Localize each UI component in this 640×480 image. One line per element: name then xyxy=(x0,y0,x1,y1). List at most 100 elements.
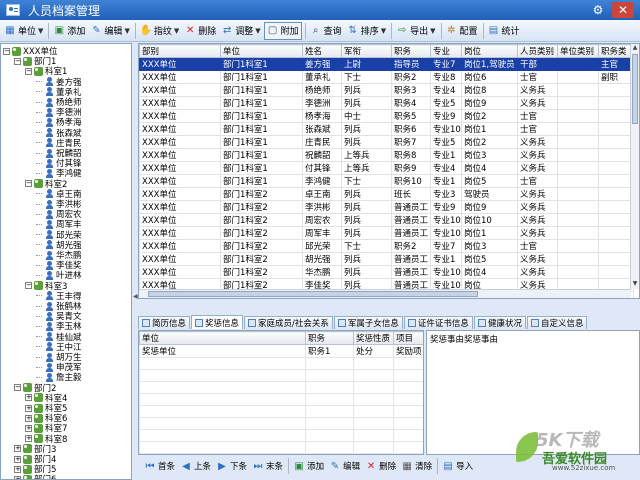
expand-toggle-icon[interactable]: + xyxy=(25,394,32,402)
import-button[interactable]: ▤ 导入 xyxy=(440,457,475,475)
org-tree[interactable]: − XXX单位 − 部门1− 科室1 姜方强 董承礼 杨绝师 李德洲 杨孝海 张森斌 庄青民 祝麟韶 付其… xyxy=(0,43,132,480)
table-row[interactable]: XXX单位 部门1科室1 姜方强 上尉 指导员 专业7 岗位1,驾驶员 干部 主官 xyxy=(139,57,634,71)
table-cell: 干部 xyxy=(517,57,558,71)
table-row[interactable]: XXX单位 部门1科室1 杨绝师 列兵 职务3 专业4 岗位8 义务兵 xyxy=(139,83,634,97)
close-button[interactable]: ✕ xyxy=(612,2,634,18)
horizontal-scroll-thumb[interactable] xyxy=(148,291,478,297)
detail-tab[interactable]: 证件证书信息 xyxy=(403,316,473,329)
settings-gear-icon[interactable]: ⚙ xyxy=(590,2,606,18)
table-row[interactable]: XXX单位 部门1科室1 杨孝海 中士 职务5 专业9 岗位2 士官 xyxy=(139,109,634,123)
subgrid-column-header[interactable]: 职务 xyxy=(305,331,354,345)
collapse-toggle-icon[interactable]: − xyxy=(25,67,32,75)
table-row[interactable]: XXX单位 部门1科室1 李鸿健 下士 职务10 专业1 岗位5 士官 xyxy=(139,174,634,188)
expand-toggle-icon[interactable]: + xyxy=(25,404,32,412)
export-button[interactable]: ⇨ 导出 ▼ xyxy=(394,22,437,40)
next-record-button[interactable]: ▶ 下条 xyxy=(214,457,249,475)
grid-vertical-scrollbar[interactable]: ▲ ▼ xyxy=(630,44,639,289)
table-row[interactable]: XXX单位 部门1科室2 周宏农 列兵 普通员工 专业10 岗位10 义务兵 xyxy=(139,213,634,227)
grid-column-header[interactable]: 单位类别 xyxy=(557,44,599,58)
subgrid-column-header[interactable]: 单位 xyxy=(139,331,306,345)
table-row[interactable]: XXX单位 部门1科室2 卓王南 列兵 班长 专业3 驾驶员 义务兵 xyxy=(139,187,634,201)
collapse-toggle-icon[interactable]: − xyxy=(3,47,10,55)
table-cell: 列兵 xyxy=(341,135,392,149)
expand-toggle-icon[interactable]: + xyxy=(14,465,21,473)
detail-tab[interactable]: 奖惩信息 xyxy=(191,315,244,329)
attach-button[interactable]: ▢ 附加 xyxy=(263,21,302,40)
grid-horizontal-scrollbar[interactable] xyxy=(139,289,631,298)
clear-button[interactable]: ▦ 清除 xyxy=(399,457,434,475)
grid-column-header[interactable]: 军衔 xyxy=(341,44,392,58)
personnel-grid[interactable]: 部别 单位 姓名 军衔 职务 专业 岗位 人员类别 单位类别 职务类 XXX单位 部门1科室1 姜方强… xyxy=(138,43,640,299)
expand-toggle-icon[interactable]: + xyxy=(14,445,21,453)
table-row[interactable]: XXX单位 部门1科室1 付其锋 上等兵 职务9 专业4 岗位4 义务兵 xyxy=(139,161,634,175)
grid-column-header[interactable]: 专业 xyxy=(430,44,462,58)
table-row[interactable]: XXX单位 部门1科室2 李洪彬 列兵 普通员工 专业9 岗位9 义务兵 xyxy=(139,200,634,214)
last-record-button[interactable]: ⏭ 末条 xyxy=(250,457,285,475)
expand-toggle-icon[interactable]: + xyxy=(14,475,21,479)
search-button[interactable]: ⌕ 查询 xyxy=(308,22,344,40)
table-cell: 部门1科室2 xyxy=(220,265,303,279)
detail-tab[interactable]: 简历信息 xyxy=(138,316,191,329)
expand-toggle-icon[interactable]: + xyxy=(25,424,32,432)
fingerprint-button[interactable]: ✋ 指纹 ▼ xyxy=(138,22,181,40)
table-row[interactable]: XXX单位 部门1科室1 庄青民 列兵 职务7 专业5 岗位2 义务兵 xyxy=(139,135,634,149)
grid-column-header[interactable]: 姓名 xyxy=(302,44,342,58)
expand-toggle-icon[interactable]: + xyxy=(14,455,21,463)
grid-column-header[interactable]: 职务 xyxy=(391,44,431,58)
sub-delete-button[interactable]: ✕ 删除 xyxy=(363,457,398,475)
detail-tab[interactable]: 健康状况 xyxy=(473,316,526,329)
collapse-toggle-icon[interactable]: − xyxy=(25,180,32,188)
sub-edit-button[interactable]: ✎ 编辑 xyxy=(327,457,362,475)
unit-button[interactable]: ▦ 单位 ▼ xyxy=(2,22,45,40)
table-cell xyxy=(305,441,354,454)
expand-toggle-icon[interactable]: + xyxy=(25,414,32,422)
table-row[interactable]: XXX单位 部门1科室1 祝麟韶 上等兵 职务8 专业1 岗位3 义务兵 xyxy=(139,148,634,162)
collapse-toggle-icon[interactable]: − xyxy=(14,57,21,65)
vertical-scroll-thumb[interactable] xyxy=(632,54,638,124)
detail-tab[interactable]: 家庭成员/社会关系 xyxy=(244,316,333,329)
edit-button[interactable]: ✎ 编辑 ▼ xyxy=(88,22,131,40)
collapse-toggle-icon[interactable]: − xyxy=(14,384,21,392)
table-cell: 列兵 xyxy=(341,213,392,227)
table-row[interactable]: XXX单位 部门1科室2 华杰鹏 列兵 普通员工 专业10 岗位4 义务兵 xyxy=(139,265,634,279)
subgrid-column-header[interactable]: 奖惩性质 xyxy=(353,331,394,345)
collapse-toggle-icon[interactable]: − xyxy=(25,282,32,290)
subgrid-column-header[interactable]: 项目 xyxy=(393,331,423,345)
org-unit-icon xyxy=(34,403,43,413)
stats-button[interactable]: ▤ 统计 xyxy=(486,22,522,40)
table-cell: 列兵 xyxy=(341,96,392,110)
tree-org-node[interactable]: + 部门6 xyxy=(14,474,56,479)
grid-column-header[interactable]: 部别 xyxy=(139,44,221,58)
delete-button[interactable]: ✕ 删除 xyxy=(182,22,218,40)
adjust-button[interactable]: ⇄ 调整 ▼ xyxy=(219,22,262,40)
sub-add-button[interactable]: ▣ 添加 xyxy=(291,457,326,475)
table-row[interactable]: XXX单位 部门1科室2 胡光强 列兵 普通员工 专业1 岗位5 义务兵 xyxy=(139,252,634,266)
scroll-up-icon[interactable]: ▲ xyxy=(631,44,639,53)
add-button[interactable]: ▣ 添加 xyxy=(51,22,87,40)
detail-tab[interactable]: 军属子女信息 xyxy=(333,316,403,329)
prev-record-button[interactable]: ◀ 上条 xyxy=(178,457,213,475)
reward-punishment-grid[interactable]: 单位 职务 奖惩性质 项目 奖惩单位 职务1 处分 奖励项 xyxy=(138,330,424,455)
table-cell xyxy=(557,70,599,84)
grid-column-header[interactable]: 职务类 xyxy=(598,44,634,58)
table-row[interactable]: XXX单位 部门1科室2 周军丰 列兵 普通员工 专业10 岗位1 义务兵 xyxy=(139,226,634,240)
table-cell: 义务兵 xyxy=(517,265,558,279)
unit-icon: ▦ xyxy=(5,25,15,36)
detail-tab[interactable]: 自定义信息 xyxy=(526,316,588,329)
table-row[interactable]: XXX单位 部门1科室1 董承礼 下士 职务2 专业8 岗位6 士官 副职 xyxy=(139,70,634,84)
expand-toggle-icon[interactable]: + xyxy=(25,435,32,443)
sort-button[interactable]: ⇅ 排序 ▼ xyxy=(345,22,388,40)
first-record-button[interactable]: ⏮ 首条 xyxy=(142,457,177,475)
grid-column-header[interactable]: 单位 xyxy=(220,44,303,58)
table-row[interactable]: 奖惩单位 职务1 处分 奖励项 xyxy=(139,344,423,358)
scroll-down-icon[interactable]: ▼ xyxy=(631,280,639,289)
table-cell: 祝麟韶 xyxy=(302,148,342,162)
table-row[interactable]: XXX单位 部门1科室1 张森斌 列兵 职务6 专业10 岗位1 士官 xyxy=(139,122,634,136)
grid-column-header[interactable]: 人员类别 xyxy=(517,44,558,58)
grid-column-header[interactable]: 岗位 xyxy=(461,44,518,58)
table-row[interactable]: XXX单位 部门1科室1 李德洲 列兵 职务4 专业5 岗位9 义务兵 xyxy=(139,96,634,110)
table-row[interactable]: XXX单位 部门1科室2 邱光荣 下士 职务2 专业7 岗位3 士官 xyxy=(139,239,634,253)
collapse-arrow-icon[interactable]: ◀ xyxy=(133,293,138,300)
config-button[interactable]: ✲ 配置 xyxy=(444,22,480,40)
sort-icon: ⇅ xyxy=(348,25,357,36)
